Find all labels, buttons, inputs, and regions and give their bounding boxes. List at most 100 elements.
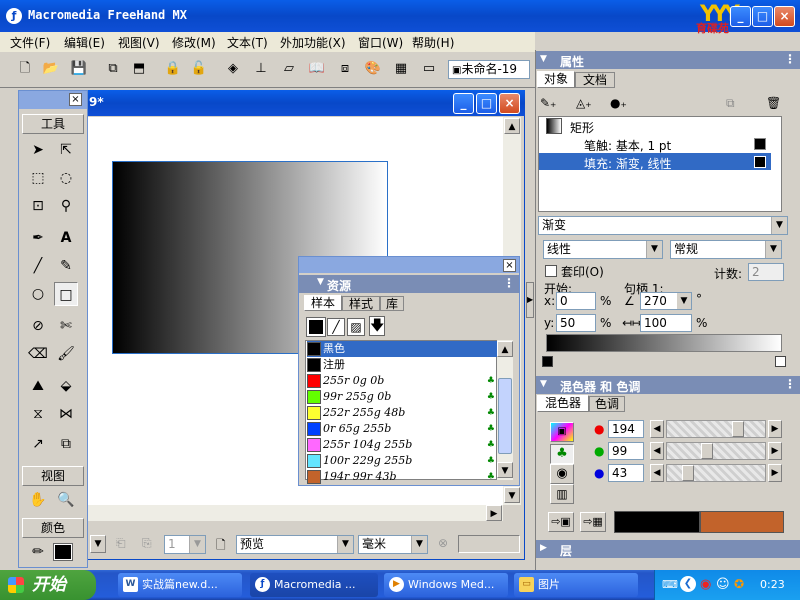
qq-icon[interactable]: ☺ [716, 577, 730, 592]
blend-tool-icon[interactable]: ⧖ [26, 402, 50, 426]
menu-help[interactable]: 帮助(H) [412, 34, 454, 51]
blue-slider[interactable] [666, 464, 766, 482]
perspective-tool-icon[interactable]: ⛰ [26, 374, 50, 398]
props-title-bar[interactable]: ▼ 属性 ⋮ [536, 51, 800, 69]
menu-extras[interactable]: 外加功能(X) [280, 34, 346, 51]
subselect-tool-icon[interactable]: ⇱ [54, 138, 78, 162]
close-button[interactable]: × [774, 6, 795, 27]
x-input[interactable]: 0 [556, 292, 596, 310]
panel-splitter[interactable]: ▶ [526, 282, 534, 318]
brush-tool-icon[interactable]: 🖌 [54, 342, 78, 366]
blend-mode-select[interactable]: 常规 ▼ [670, 240, 782, 259]
transform-icon[interactable]: ▱ [278, 58, 300, 80]
gradient-ramp[interactable] [546, 334, 782, 352]
chevron-down-icon[interactable]: ▼ [677, 293, 691, 309]
lock-icon[interactable]: 🔒 [162, 58, 184, 80]
security-icon[interactable]: ✪ [734, 577, 744, 591]
knife-tool-icon[interactable]: ⊘ [26, 314, 50, 338]
group-icon[interactable]: ◈ [222, 58, 244, 80]
add-stroke-icon[interactable]: ✎₊ [540, 96, 568, 114]
trash-icon[interactable]: 🗑 [766, 96, 781, 110]
swatch-row[interactable]: 252r 255g 48b ♣ [307, 405, 497, 421]
layers-title-bar[interactable]: ▶ 层 [536, 540, 800, 558]
table-icon[interactable]: ▦ [390, 58, 412, 80]
green-decrease[interactable]: ◀ [650, 442, 664, 460]
menu-window[interactable]: 窗口(W) [358, 34, 403, 51]
doc-maximize-button[interactable]: □ [476, 93, 497, 114]
pencil-tool-icon[interactable]: ✎ [54, 254, 78, 278]
extrude-tool-icon[interactable]: ⬙ [54, 374, 78, 398]
keyboard-icon[interactable]: ⌨ [662, 578, 678, 591]
green-slider[interactable] [666, 442, 766, 460]
assets-title-bar[interactable]: ▼ 资源 ⋮ [299, 275, 519, 293]
align-icon[interactable]: ⊥ [250, 58, 272, 80]
palette-icon[interactable]: 🎨 [362, 58, 384, 80]
red-input[interactable]: 194 [608, 420, 644, 438]
connector-tool-icon[interactable]: ↗ [26, 432, 50, 456]
lasso-tool-icon[interactable]: ◌ [54, 166, 78, 190]
pen-tool-icon[interactable]: ✒ [26, 226, 50, 250]
assets-menu-icon[interactable]: ⋮ [503, 276, 515, 290]
blue-decrease[interactable]: ◀ [650, 464, 664, 482]
mirror-tool-icon[interactable]: ⋈ [54, 402, 78, 426]
system-color-icon[interactable]: ▥ [550, 484, 574, 504]
units-select[interactable]: 毫米 ▼ [358, 535, 428, 554]
swatch-black-chip[interactable] [306, 317, 326, 337]
gradient-end-stop[interactable] [775, 356, 786, 367]
hls-mode-icon[interactable]: ◉ [550, 464, 574, 484]
menu-modify[interactable]: 修改(M) [172, 34, 216, 51]
doc-minimize-button[interactable]: _ [453, 93, 474, 114]
open-file-icon[interactable]: 📂 [40, 58, 62, 80]
text-tool-icon[interactable]: A [54, 226, 78, 250]
add-fill-icon[interactable]: ◬₊ [576, 96, 604, 114]
task-word[interactable]: W 实战篇new.d... [118, 573, 242, 597]
tools-panel-header[interactable]: × [19, 91, 87, 109]
eraser-tool-icon[interactable]: ⌫ [26, 342, 50, 366]
red-decrease[interactable]: ◀ [650, 420, 664, 438]
tools-close-icon[interactable]: × [69, 93, 82, 106]
tab-object[interactable]: 对象 [537, 71, 575, 88]
text-block-icon[interactable]: 📖 [306, 58, 328, 80]
mixer-swatch-right[interactable] [700, 511, 784, 533]
hand-tool-icon[interactable]: ✋ [26, 488, 50, 512]
swatch-stroke-chip[interactable]: ╱ [327, 318, 345, 336]
angle-input[interactable]: 270 ▼ [640, 292, 692, 310]
tab-document[interactable]: 文档 [575, 72, 615, 88]
doc-close-button[interactable]: × [499, 93, 520, 114]
menu-edit[interactable]: 编辑(E) [64, 34, 105, 51]
swatch-row[interactable]: 0r 65g 255b ♣ [307, 421, 497, 437]
green-increase[interactable]: ▶ [768, 442, 782, 460]
fill-type-select[interactable]: 渐变 ▼ [538, 216, 788, 235]
overprint-checkbox[interactable] [545, 265, 557, 277]
document-title-bar[interactable]: 9* _ □ × [85, 90, 525, 116]
page-tool-icon[interactable]: ⬚ [26, 166, 50, 190]
freeform-tool-icon[interactable]: ✄ [54, 314, 78, 338]
fill-color-swatch[interactable] [53, 543, 73, 561]
rgb-mode-icon[interactable]: ♣ [550, 444, 574, 464]
page-select[interactable]: 1 ▼ [164, 535, 206, 554]
swatch-scroll-down[interactable]: ▼ [497, 462, 513, 478]
unlock-icon[interactable]: 🔓 [188, 58, 210, 80]
save-icon[interactable]: 💾 [68, 58, 90, 80]
ellipse-tool-icon[interactable]: ○ [26, 282, 50, 306]
mixer-swatch-left[interactable] [614, 511, 700, 533]
mixer-menu-icon[interactable]: ⋮ [784, 377, 796, 391]
cmyk-mode-icon[interactable]: ▣ [550, 422, 574, 442]
menu-file[interactable]: 文件(F) [10, 34, 50, 51]
swatch-row[interactable]: 注册 [307, 357, 497, 373]
eyedropper-tool-icon[interactable]: ⚲ [54, 194, 78, 218]
gradient-kind-select[interactable]: 线性 ▼ [543, 240, 663, 259]
start-button[interactable]: 开始 [0, 570, 96, 600]
swatch-row[interactable]: 255r 104g 255b ♣ [307, 437, 497, 453]
mixer-title-bar[interactable]: ▼ 混色器 和 色调 ⋮ [536, 376, 800, 394]
assets-header[interactable] [299, 257, 519, 273]
chart-tool-icon[interactable]: ⧉ [54, 432, 78, 456]
tab-swatches[interactable]: 样本 [304, 295, 342, 311]
preview-select[interactable]: 预览 ▼ [236, 535, 354, 554]
new-file-icon[interactable]: 🗋 [14, 58, 36, 80]
document-select[interactable]: ▣未命名-19 [448, 60, 530, 79]
add-to-swatches-icon[interactable]: ⇨▣ [548, 512, 574, 532]
props-menu-icon[interactable]: ⋮ [784, 52, 796, 66]
stroke-row[interactable]: 笔触: 基本, 1 pt [584, 137, 671, 154]
green-input[interactable]: 99 [608, 442, 644, 460]
